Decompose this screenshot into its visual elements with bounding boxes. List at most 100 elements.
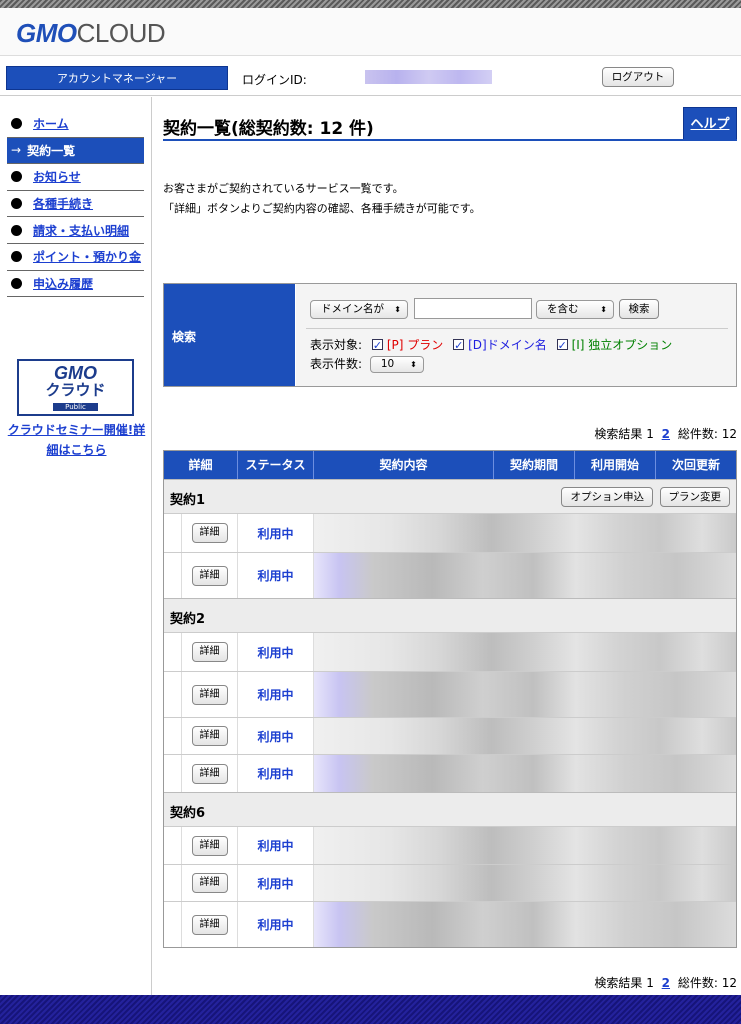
col-start: 利用開始 — [575, 451, 656, 479]
detail-button[interactable]: 詳細 — [191, 565, 228, 586]
domain-checkbox[interactable] — [453, 336, 465, 355]
sidebar-item-label: ポイント・預かり金 — [33, 250, 142, 265]
detail-button[interactable]: 詳細 — [191, 914, 228, 935]
sidebar-item-points[interactable]: ポイント・預かり金 — [7, 244, 144, 271]
sidebar-item-contracts[interactable]: → 契約一覧 — [7, 137, 144, 165]
sidebar-item-history[interactable]: 申込み履歴 — [7, 271, 144, 298]
table-row: 詳細 利用中 — [164, 754, 736, 792]
total-count: 12 — [721, 976, 737, 990]
redacted-contract-info — [314, 672, 736, 717]
page-2-link[interactable]: 2 — [662, 976, 670, 990]
search-filters: 表示対象: [P] プラン [D]ドメイン名 [I] 独立オプション 表示件数:… — [310, 336, 672, 374]
table-row: 詳細 利用中 — [164, 671, 736, 717]
detail-button[interactable]: 詳細 — [191, 835, 228, 856]
display-count-select[interactable]: 10 ⬍ — [369, 356, 424, 373]
group-actions: オプション申込 プラン変更 — [559, 487, 730, 507]
display-count-select-value: 10 — [380, 358, 395, 370]
display-target-label: 表示対象: — [310, 338, 363, 352]
sidebar-item-label: 申込み履歴 — [33, 276, 94, 291]
search-body: ドメイン名が ⬍ を含む ⬍ 検索 表示対象: [P] プラン [D]ドメイン名 [… — [296, 284, 736, 386]
search-keyword-input[interactable] — [414, 298, 532, 319]
redacted-contract-info — [314, 902, 736, 947]
sidebar-item-label: 契約一覧 — [27, 143, 76, 158]
status-text: 利用中 — [238, 672, 314, 717]
help-button[interactable]: ヘルプ — [683, 107, 737, 140]
seminar-link[interactable]: クラウドセミナー開催!詳細はこちら — [4, 420, 149, 460]
account-bar: アカウントマネージャー ログインID: ログアウト — [0, 56, 741, 96]
page-description: お客さまがご契約されているサービス一覧です。 「詳細」ボタンよりご契約内容の確認… — [163, 179, 481, 219]
description-line-1: お客さまがご契約されているサービス一覧です。 — [163, 182, 404, 195]
col-renewal: 次回更新 — [671, 458, 720, 472]
status-text: 利用中 — [238, 718, 314, 754]
table-row: 詳細 利用中 — [164, 552, 736, 598]
detail-button[interactable]: 詳細 — [191, 684, 228, 705]
status-text: 利用中 — [238, 827, 314, 864]
group-title: 契約1 — [170, 493, 206, 508]
search-divider — [306, 328, 728, 329]
table-row: 詳細 利用中 — [164, 864, 736, 901]
redacted-contract-info — [314, 718, 736, 754]
display-count-label: 表示件数: — [310, 357, 363, 371]
bullet-icon — [11, 224, 22, 236]
total-label: 総件数: — [677, 976, 718, 990]
logo-cloud: CLOUD — [76, 18, 166, 48]
detail-button[interactable]: 詳細 — [191, 523, 228, 543]
page-1: 1 — [646, 427, 654, 441]
contract-group: 契約2 — [164, 598, 736, 632]
contract-group: 契約6 — [164, 792, 736, 826]
status-text: 利用中 — [238, 514, 314, 552]
col-content: 契約内容 — [314, 451, 494, 479]
logo-gmo: GMO — [16, 18, 77, 48]
detail-button[interactable]: 詳細 — [191, 763, 228, 784]
table-row: 詳細 利用中 — [164, 513, 736, 552]
sidebar-item-news[interactable]: お知らせ — [7, 164, 144, 191]
search-field-select[interactable]: ドメイン名が ⬍ — [310, 300, 408, 319]
pagination-top: 検索結果 1 2 総件数: 12 — [594, 425, 737, 442]
logout-button[interactable]: ログアウト — [602, 67, 674, 87]
bullet-icon — [11, 251, 22, 263]
updown-arrow-icon: ⬍ — [410, 360, 417, 369]
sidebar-item-procedures[interactable]: 各種手続き — [7, 191, 144, 218]
sidebar: ホーム → 契約一覧 お知らせ 各種手続き 請求・支払い明細 ポイント・預かり金 … — [0, 97, 152, 995]
updown-arrow-icon: ⬍ — [394, 305, 401, 314]
status-text: 利用中 — [238, 633, 314, 671]
badge-gmo: GMO — [54, 363, 97, 383]
sidebar-nav: ホーム → 契約一覧 お知らせ 各種手続き 請求・支払い明細 ポイント・預かり金 … — [7, 111, 144, 298]
col-period: 契約期間 — [494, 451, 575, 479]
option-checkbox[interactable] — [556, 336, 568, 355]
status-text: 利用中 — [238, 865, 314, 901]
page-2-link[interactable]: 2 — [662, 427, 670, 441]
plan-checkbox[interactable] — [371, 336, 383, 355]
sidebar-item-label: 請求・支払い明細 — [33, 223, 130, 238]
sidebar-item-home[interactable]: ホーム — [7, 111, 144, 138]
redacted-contract-info — [314, 553, 736, 598]
plan-change-button[interactable]: プラン変更 — [659, 487, 730, 507]
sidebar-item-label: お知らせ — [33, 170, 81, 185]
match-type-select[interactable]: を含む ⬍ — [536, 300, 614, 319]
redacted-contract-info — [314, 827, 736, 864]
group-title: 契約2 — [170, 612, 206, 627]
detail-button[interactable]: 詳細 — [191, 642, 228, 662]
gmo-cloud-public-badge[interactable]: GMO クラウド Public — [17, 359, 134, 416]
option-apply-button[interactable]: オプション申込 — [561, 487, 653, 507]
account-manager-tab[interactable]: アカウントマネージャー — [6, 66, 228, 90]
detail-button[interactable]: 詳細 — [191, 873, 228, 893]
redacted-contract-info — [314, 514, 736, 552]
detail-button[interactable]: 詳細 — [191, 726, 228, 746]
pagination-bottom: 検索結果 1 2 総件数: 12 — [594, 974, 737, 991]
table-row: 詳細 利用中 — [164, 901, 736, 947]
option-filter-label: [I] 独立オプション — [571, 338, 673, 352]
sidebar-item-label: ホーム — [33, 117, 69, 132]
top-stripe — [0, 0, 741, 8]
status-text: 利用中 — [238, 902, 314, 947]
login-id-value-redacted — [365, 70, 492, 84]
table-row: 詳細 利用中 — [164, 826, 736, 864]
search-button[interactable]: 検索 — [619, 299, 659, 319]
status-text: 利用中 — [238, 755, 314, 792]
search-panel: 検索 ドメイン名が ⬍ を含む ⬍ 検索 表示対象: [P] プラン [D]ドメイン… — [163, 283, 737, 387]
gmo-cloud-logo[interactable]: GMOCLOUD — [16, 18, 166, 49]
table-row: 詳細 利用中 — [164, 632, 736, 671]
result-prefix: 検索結果 — [594, 976, 643, 990]
total-label: 総件数: — [677, 427, 718, 441]
sidebar-item-billing[interactable]: 請求・支払い明細 — [7, 217, 144, 244]
